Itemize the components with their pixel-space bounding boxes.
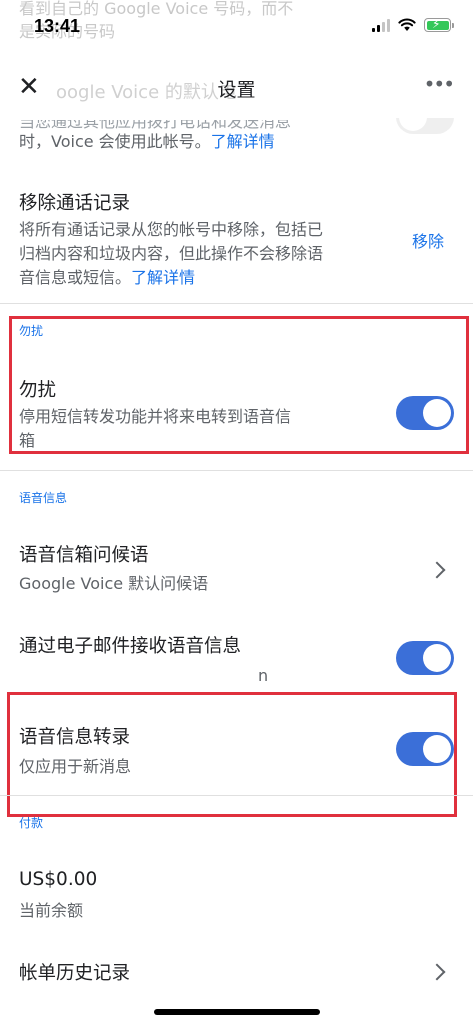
voicemail-greeting-subtitle: Google Voice 默认问候语 [19, 574, 209, 593]
home-indicator[interactable] [154, 1009, 320, 1015]
balance-value: US$0.00 [19, 869, 98, 890]
page-title: 设置 [217, 79, 256, 101]
wifi-icon [398, 18, 416, 31]
email-voicemail-title: 通过电子邮件接收语音信息 [19, 636, 242, 657]
billing-history-row[interactable]: 帐单历史记录 [0, 945, 473, 1001]
app-bar: oogle Voice 的默认电 ✕ 设置 ••• [0, 56, 473, 118]
status-icons: ⚡ [372, 17, 454, 32]
remove-history-title: 移除通话记录 [19, 193, 131, 214]
status-time: 13:41 [34, 16, 81, 36]
section-header-voicemail: 语音信息 [19, 491, 68, 505]
status-bar: 看到自己的 Google Voice 号码，而不 是实际的号码 13:41 ⚡ [0, 0, 473, 56]
voicemail-greeting-title: 语音信箱问候语 [19, 545, 149, 566]
section-header-payments: 付款 [19, 816, 44, 830]
email-voicemail-toggle[interactable] [396, 641, 454, 675]
chevron-right-icon [428, 561, 446, 579]
battery-icon: ⚡ [424, 17, 454, 32]
divider [0, 470, 473, 471]
remove-button[interactable]: 移除 [412, 228, 444, 252]
highlight-box [7, 692, 457, 817]
more-icon[interactable]: ••• [424, 74, 455, 94]
billing-history-title: 帐单历史记录 [19, 963, 131, 984]
divider [0, 795, 473, 796]
divider [0, 303, 473, 304]
balance-label: 当前余额 [19, 901, 84, 920]
chevron-right-icon [428, 963, 446, 981]
learn-more-link[interactable]: 了解详情 [211, 132, 275, 151]
remove-history-subtitle: 将所有通话记录从您的帐号中移除，包括已 归档内容和垃圾内容，但此操作不会移除语 … [19, 220, 324, 287]
learn-more-link[interactable]: 了解详情 [131, 268, 195, 287]
highlight-box [9, 316, 469, 454]
email-voicemail-subtitle: n [258, 666, 269, 685]
voicemail-greeting-row[interactable]: 语音信箱问候语 Google Voice 默认问候语 [0, 530, 473, 610]
use-account-subtitle: 时，Voice 会使用此帐号。了解详情 [19, 132, 275, 151]
signal-icon [372, 18, 390, 32]
